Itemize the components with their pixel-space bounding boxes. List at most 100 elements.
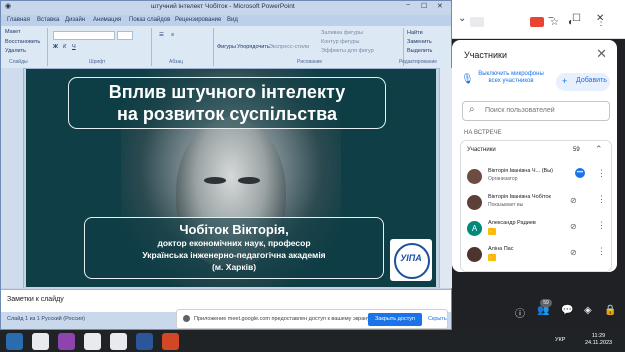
- tab-design[interactable]: Дизайн: [65, 17, 85, 23]
- tab-home[interactable]: Главная: [7, 17, 30, 23]
- find-button[interactable]: Найти: [407, 30, 423, 36]
- participant-name: Аліна Пас: [488, 246, 514, 252]
- mic-off-icon[interactable]: ⊘: [570, 222, 577, 231]
- mic-off-icon[interactable]: ⊘: [570, 248, 577, 257]
- add-people-button[interactable]: + Добавить: [556, 73, 610, 91]
- meeting-info-icon[interactable]: ⓘ: [515, 305, 525, 320]
- close-icon[interactable]: ✕: [596, 46, 607, 62]
- status-text: Слайд 1 из 1 Русский (Россия): [7, 316, 85, 322]
- maximize-icon[interactable]: ☐: [421, 2, 427, 10]
- word-icon[interactable]: [136, 333, 153, 350]
- window-title: штучний інтелект Чобіток - Microsoft Pow…: [151, 3, 295, 10]
- search-input[interactable]: [485, 103, 605, 118]
- list-item[interactable]: А Александр Радиев ✋ ⊘ ⋮: [461, 217, 611, 243]
- academy-logo: УІПА: [390, 239, 432, 281]
- more-options-icon[interactable]: ⋮: [597, 246, 606, 257]
- bold-icon[interactable]: Ж: [53, 44, 58, 50]
- language-indicator[interactable]: УКР: [555, 337, 565, 343]
- chrome-icon[interactable]: [110, 333, 127, 350]
- shape-effects-button[interactable]: Эффекты для фигур: [321, 48, 374, 54]
- clock-date: 24.11.2023: [585, 340, 613, 346]
- numbering-icon[interactable]: ≡: [171, 32, 174, 38]
- hand-raised-icon: ✋: [488, 254, 496, 261]
- author-degree: доктор економічних наук, професор: [157, 238, 311, 248]
- quick-styles-button[interactable]: Экспресс-стили: [269, 44, 309, 50]
- slides-pane[interactable]: [1, 68, 24, 288]
- shapes-button[interactable]: Фигуры: [217, 44, 236, 50]
- font-name-field[interactable]: [53, 31, 115, 40]
- underline-icon[interactable]: Ч: [72, 44, 76, 50]
- arrange-button[interactable]: Упорядочить: [237, 44, 270, 50]
- tab-insert[interactable]: Вставка: [37, 17, 59, 23]
- delete-button[interactable]: Удалить: [5, 48, 26, 54]
- more-options-icon[interactable]: ⋮: [597, 168, 606, 179]
- participants-badge: 59: [540, 299, 552, 307]
- more-options-icon[interactable]: ⋮: [597, 220, 606, 231]
- slide-canvas[interactable]: Вплив штучного інтелекту на розвиток сус…: [26, 69, 436, 287]
- screen-share-bar: Приложение meet.google.com предоставлен …: [176, 309, 448, 329]
- hide-bar-link[interactable]: Скрыть: [428, 316, 447, 322]
- slide-author-box[interactable]: Чобіток Вікторія, доктор економічних нау…: [84, 217, 384, 279]
- minimize-icon[interactable]: −: [406, 2, 410, 9]
- clock[interactable]: 11:29 24.11.2023: [585, 333, 612, 347]
- select-button[interactable]: Выделить: [407, 48, 432, 54]
- search-field[interactable]: ⌕: [462, 101, 610, 121]
- shape-fill-button[interactable]: Заливка фигуры: [321, 30, 363, 36]
- speaking-indicator-icon: •••: [575, 168, 585, 178]
- shape-outline-button[interactable]: Контур фигуры: [321, 39, 359, 45]
- clock-time: 11:29: [591, 333, 606, 339]
- participant-name: Вікторія Іванівна Ч... (Вы): [488, 168, 553, 174]
- more-options-icon[interactable]: ⋮: [597, 194, 606, 205]
- mic-off-icon[interactable]: ⊘: [570, 196, 577, 205]
- chat-icon[interactable]: 💬: [561, 305, 573, 316]
- taskbar: УКР 11:29 24.11.2023: [0, 330, 625, 352]
- bullets-icon[interactable]: ☰: [159, 32, 164, 38]
- slide-title-box[interactable]: Вплив штучного інтелекту на розвиток сус…: [68, 77, 386, 129]
- bookmark-star-icon[interactable]: ☆: [550, 17, 559, 29]
- viber-icon[interactable]: [58, 333, 75, 350]
- font-size-field[interactable]: [117, 31, 133, 40]
- mute-all-label: Выключить микрофоны всех участников: [478, 71, 544, 84]
- layout-button[interactable]: Макет: [5, 29, 21, 35]
- stop-sharing-button[interactable]: Закрыть доступ: [368, 313, 422, 326]
- vertical-scrollbar[interactable]: [439, 68, 452, 288]
- close-icon[interactable]: ✕: [437, 2, 443, 10]
- participant-name: Вікторія Іванівна Чобіток: [488, 194, 551, 200]
- tab-review[interactable]: Рецензирование: [175, 17, 221, 23]
- mute-all-button[interactable]: 🎙 Выключить микрофоны всех участников: [458, 71, 548, 93]
- tab-slideshow[interactable]: Показ слайдов: [129, 17, 170, 23]
- group-label-editing: Редактирование: [399, 59, 438, 65]
- chrome-icon[interactable]: [32, 333, 49, 350]
- slide-title-line1: Вплив штучного інтелекту: [108, 82, 346, 102]
- browser-toolbar: ⌄ − ☐ ✕ ☆ ◐ ⋮: [450, 0, 625, 39]
- menu-dots-icon[interactable]: ⋮: [596, 17, 606, 29]
- replace-button[interactable]: Заменить: [407, 39, 432, 45]
- office-button-icon[interactable]: ◉: [5, 2, 11, 10]
- reset-button[interactable]: Восстановить: [5, 39, 40, 45]
- mic-off-icon: 🎙: [461, 74, 474, 85]
- avatar: [467, 195, 482, 210]
- list-item[interactable]: Вікторія Іванівна Ч... (Вы) Организатор …: [461, 165, 611, 191]
- host-controls-icon[interactable]: 🔒: [604, 305, 616, 316]
- activities-icon[interactable]: ◈: [584, 305, 592, 316]
- share-indicator-icon: [183, 315, 190, 322]
- slide-title-line2: на розвиток суспільства: [117, 104, 337, 124]
- tab-animation[interactable]: Анимация: [93, 17, 121, 23]
- tab-strip-chevron-icon[interactable]: ⌄: [458, 13, 466, 25]
- add-person-icon: +: [562, 76, 568, 86]
- chevron-up-icon[interactable]: ⌃: [595, 144, 603, 155]
- ribbon: Макет Восстановить Удалить Ж К Ч ☰ ≡ Фиг…: [1, 26, 451, 69]
- profile-icon[interactable]: ◐: [568, 17, 574, 29]
- italic-icon[interactable]: К: [63, 44, 66, 50]
- list-item[interactable]: Аліна Пас ✋ ⊘ ⋮: [461, 243, 611, 269]
- powerpoint-window: ◉ штучний інтелект Чобіток - Microsoft P…: [0, 0, 452, 330]
- powerpoint-icon[interactable]: [162, 333, 179, 350]
- chrome-icon[interactable]: [84, 333, 101, 350]
- ribbon-tabs: Главная Вставка Дизайн Анимация Показ сл…: [1, 15, 451, 26]
- camera-blocked-icon[interactable]: [530, 17, 544, 27]
- avatar: [467, 169, 482, 184]
- start-icon[interactable]: [6, 333, 23, 350]
- list-item[interactable]: Вікторія Іванівна Чобіток Показывает вы …: [461, 191, 611, 217]
- tab-view[interactable]: Вид: [227, 17, 238, 23]
- author-organization: Українська інженерно-педагогічна академі…: [142, 250, 326, 260]
